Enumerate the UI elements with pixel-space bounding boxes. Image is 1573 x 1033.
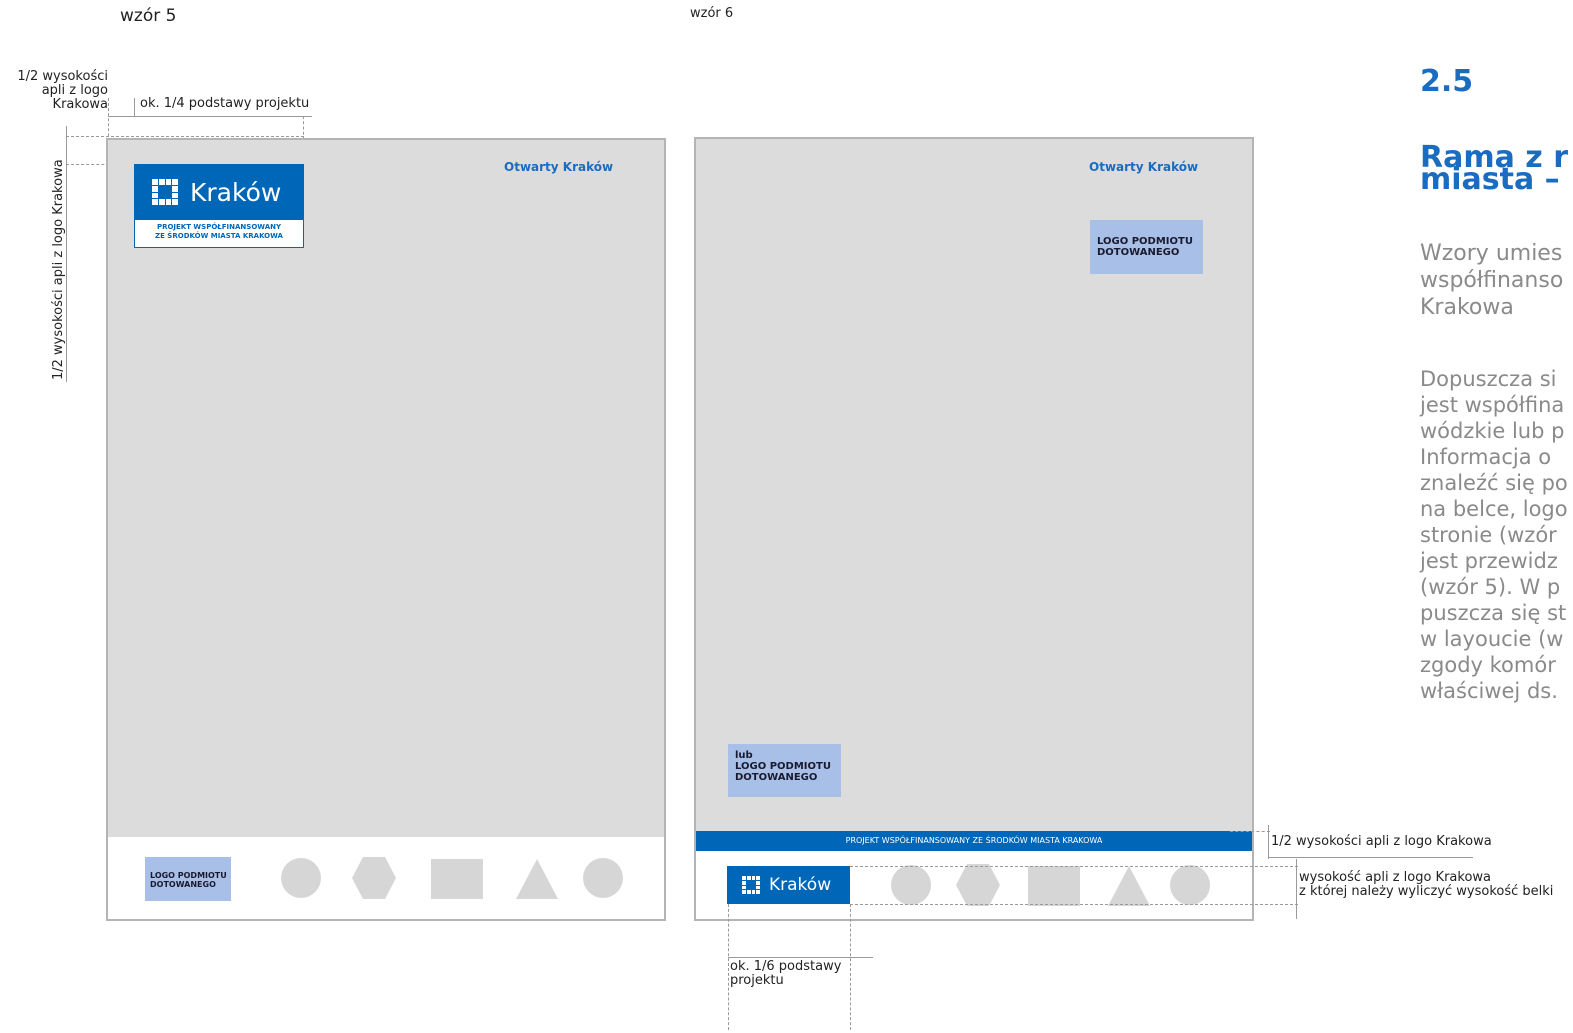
sixth-base-line (728, 957, 873, 958)
half-height-annotation: 1/2 wysokości apli z logo Krakowa (17, 69, 108, 112)
section-lead: Wzory umies współfinanso Krakowa (1420, 241, 1564, 320)
cofin-bar: PROJEKT WSPÓŁFINANSOWANY ZE ŚRODKÓW MIAS… (696, 831, 1252, 851)
quarter-base-line (108, 116, 312, 117)
krakow-wordmark-6: Kraków (769, 875, 832, 895)
guide-logo-bottom (850, 904, 1298, 905)
krakow-cofin-logo: Kraków PROJEKT WSPÓŁFINANSOWANY ZE ŚRODK… (134, 164, 304, 248)
guide-bar-top (1230, 831, 1270, 832)
guide-dash-top (66, 136, 304, 137)
partner-logo-circle-6 (891, 865, 931, 905)
krakow-logo-6: Kraków (727, 866, 850, 904)
quarter-base-tick (134, 98, 135, 116)
layout-heading-5: wzór 5 (120, 6, 177, 26)
bar-height-line (1268, 857, 1473, 858)
section-number: 2.5 (1420, 64, 1474, 99)
krakow-mark-icon-6 (742, 876, 760, 894)
krakow-mark-icon (152, 179, 178, 205)
bar-height-annotation: 1/2 wysokości apli z logo Krakowa (1271, 834, 1492, 849)
guide-sixth-right (850, 904, 851, 1030)
logo-height-tick (1296, 859, 1297, 919)
subject-logo-box-alt: lub LOGO PODMIOTU DOTOWANEGO (728, 744, 841, 797)
sixth-base-annotation: ok. 1/6 podstawy projektu (730, 959, 842, 988)
partner-logo-circle-6b (1170, 865, 1210, 905)
partner-logo-rectangle-6 (1028, 866, 1080, 906)
quarter-base-annotation: ok. 1/4 podstawy projektu (140, 96, 310, 111)
krakow-logo-block: Kraków (134, 164, 304, 220)
partner-logo-circle-2 (583, 858, 623, 898)
guide-logo-top (850, 866, 1298, 867)
otwarty-krakow-label-6: Otwarty Kraków (1089, 160, 1199, 174)
logo-height-annotation: wysokość apli z logo Krakowa z której na… (1299, 870, 1554, 899)
bar-height-tick (1268, 825, 1269, 859)
guide-sixth-left (728, 904, 729, 1030)
krakow-wordmark: Kraków (190, 177, 282, 207)
subject-logo-box-top: LOGO PODMIOTU DOTOWANEGO (1090, 220, 1203, 274)
partner-logo-rectangle (431, 859, 483, 899)
cofin-text: PROJEKT WSPÓŁFINANSOWANY ZE ŚRODKÓW MIAS… (155, 223, 283, 240)
half-height-vertical-annotation: 1/2 wysokości apli z logo Krakowa (51, 159, 66, 380)
section-body: Dopuszcza si jest współfina wódzkie lub … (1420, 367, 1568, 703)
partner-logo-circle (281, 858, 321, 898)
layout-5-page (106, 138, 666, 921)
otwarty-krakow-label: Otwarty Kraków (504, 160, 614, 174)
subject-logo-box: LOGO PODMIOTU DOTOWANEGO (145, 857, 231, 901)
layout-heading-6: wzór 6 (690, 6, 734, 21)
section-title-line-2: miasta – (1420, 162, 1560, 197)
